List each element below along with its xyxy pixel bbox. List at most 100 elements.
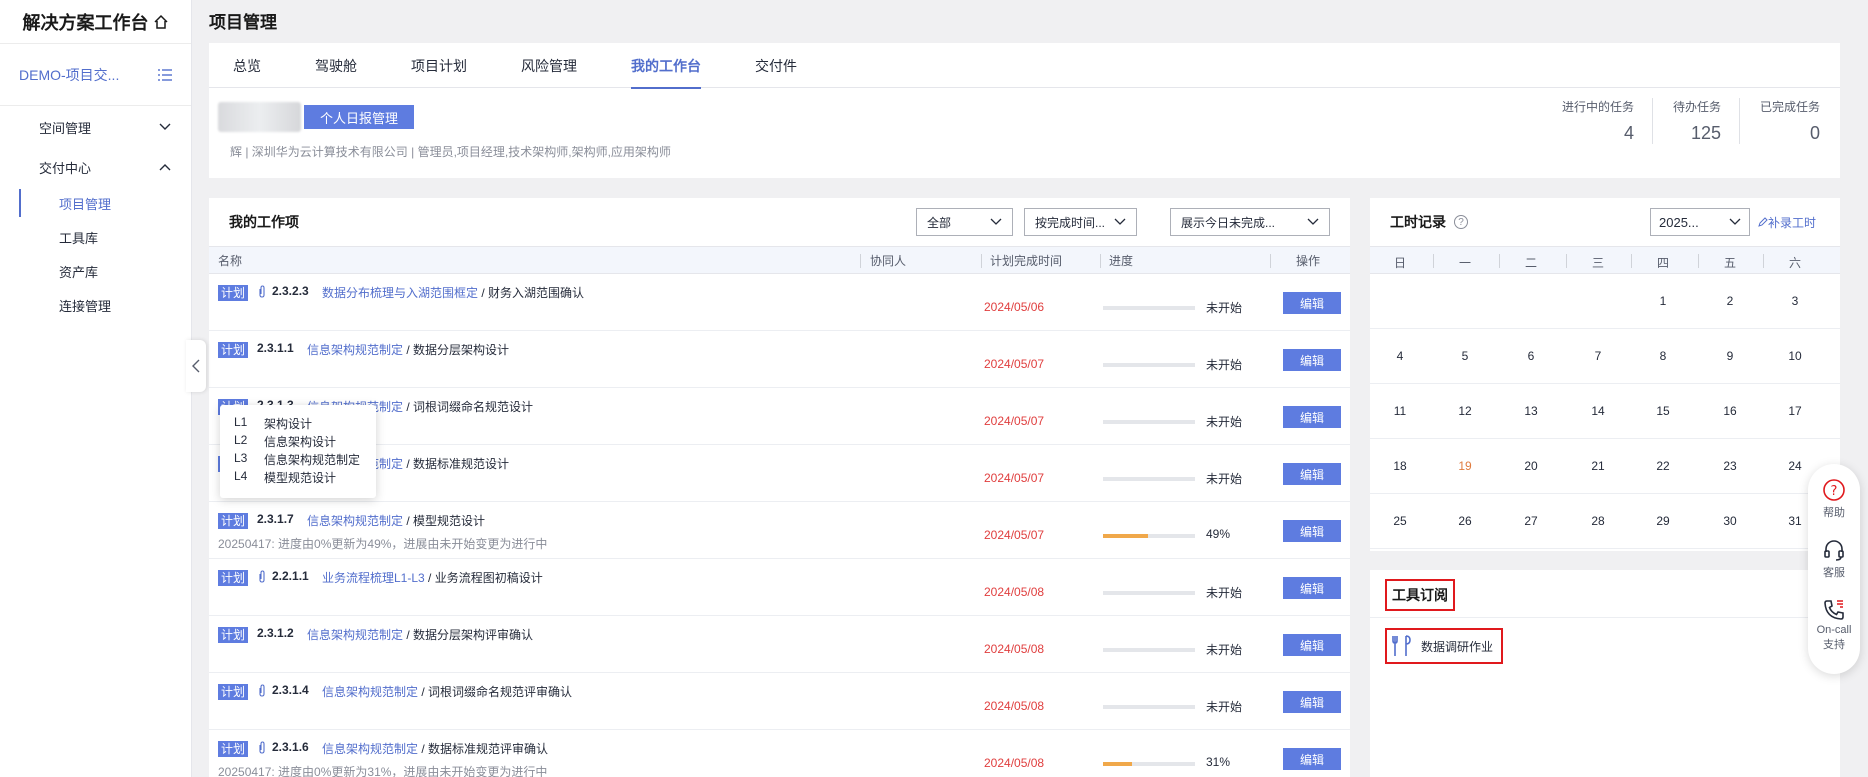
calendar-day[interactable]: 12 [1453, 404, 1477, 418]
calendar-week: 4 5 6 7 8 9 10 [1370, 329, 1840, 384]
supplement-hours-link[interactable]: 补录工时 [1758, 214, 1816, 231]
calendar-day[interactable]: 14 [1586, 404, 1610, 418]
tab-cockpit[interactable]: 驾驶舱 [315, 43, 357, 88]
calendar-day[interactable]: 27 [1519, 514, 1543, 528]
table-row[interactable]: 计划 2.3.1.1 信息架构规范制定 / 数据分层架构设计 2024/05/07 未开… [209, 331, 1350, 388]
customer-service-label: 客服 [1823, 567, 1845, 579]
calendar-day[interactable]: 3 [1783, 294, 1807, 308]
edit-button[interactable]: 编辑 [1283, 520, 1341, 542]
stat-todo[interactable]: 待办任务 125 [1651, 98, 1721, 144]
stat-completed[interactable]: 已完成任务 0 [1738, 98, 1820, 144]
item-parent-link[interactable]: 信息架构规范制定 [307, 628, 403, 642]
stat-value: 4 [1623, 123, 1634, 143]
list-menu-icon[interactable] [157, 68, 173, 82]
table-row[interactable]: 计划 2.3.2.3 数据分布梳理与入湖范围框定 / 财务入湖范围确认 2024/05… [209, 274, 1350, 331]
calendar-day[interactable]: 21 [1586, 459, 1610, 473]
item-parent-link[interactable]: 信息架构规范制定 [307, 343, 403, 357]
edit-button[interactable]: 编辑 [1283, 748, 1341, 770]
calendar-day[interactable]: 13 [1519, 404, 1543, 418]
table-row[interactable]: 计划 2.3.1.2 信息架构规范制定 / 数据分层架构评审确认 2024/05/08… [209, 616, 1350, 673]
table-row[interactable]: 计划 2.3.1.6 信息架构规范制定 / 数据标准规范评审确认 20250417: … [209, 730, 1350, 777]
calendar-day[interactable]: 10 [1783, 349, 1807, 363]
sidebar-collapse-button[interactable] [186, 340, 206, 392]
calendar-day[interactable]: 29 [1651, 514, 1675, 528]
stat-label: 待办任务 [1672, 100, 1721, 114]
item-parent-link[interactable]: 业务流程梳理L1-L3 [322, 571, 425, 585]
edit-button[interactable]: 编辑 [1283, 406, 1341, 428]
help-circle-icon[interactable]: ? [1454, 215, 1468, 229]
item-parent-link[interactable]: 信息架构规范制定 [322, 742, 418, 756]
calendar-day[interactable]: 25 [1388, 514, 1412, 528]
column-divider [860, 254, 861, 268]
item-parent-link[interactable]: 信息架构规范制定 [322, 685, 418, 699]
calendar-day[interactable]: 6 [1519, 349, 1543, 363]
edit-button[interactable]: 编辑 [1283, 577, 1341, 599]
year-month-select[interactable]: 2025... [1650, 208, 1750, 236]
sidebar-group-delivery[interactable]: 交付中心 [0, 148, 191, 186]
personal-daily-report-button[interactable]: 个人日报管理 [304, 105, 415, 129]
edit-pencil-icon [1758, 217, 1768, 227]
tab-deliverables[interactable]: 交付件 [755, 43, 797, 88]
calendar-day[interactable]: 4 [1388, 349, 1412, 363]
calendar-day[interactable]: 31 [1783, 514, 1807, 528]
calendar-day[interactable]: 9 [1718, 349, 1742, 363]
edit-button[interactable]: 编辑 [1283, 292, 1341, 314]
calendar-day[interactable]: 11 [1388, 404, 1412, 418]
calendar-day[interactable]: 20 [1519, 459, 1543, 473]
calendar-day[interactable]: 17 [1783, 404, 1807, 418]
calendar-day[interactable]: 5 [1453, 349, 1477, 363]
edit-button[interactable]: 编辑 [1283, 691, 1341, 713]
help-button[interactable]: ? 帮助 [1808, 478, 1860, 520]
calendar-day[interactable]: 28 [1586, 514, 1610, 528]
tooltip-text: 架构设计 [264, 417, 313, 431]
project-selector[interactable]: DEMO-项目交... [0, 44, 191, 106]
sidebar-item-connection-management[interactable]: 连接管理 [0, 288, 191, 322]
sort-filter-select[interactable]: 按完成时间... [1024, 208, 1137, 236]
sidebar-item-tool-library[interactable]: 工具库 [0, 220, 191, 254]
stat-in-progress[interactable]: 进行中的任务 4 [1542, 98, 1634, 144]
display-filter-select[interactable]: 展示今日未完成... [1170, 208, 1330, 236]
calendar-day[interactable]: 22 [1651, 459, 1675, 473]
calendar-day[interactable]: 2 [1718, 294, 1742, 308]
select-value: 全部 [927, 215, 952, 230]
table-row[interactable]: 计划 2.2.1.1 业务流程梳理L1-L3 / 业务流程图初稿设计 2024/05/… [209, 559, 1350, 616]
calendar-day[interactable]: 26 [1453, 514, 1477, 528]
sidebar-item-project-management[interactable]: 项目管理 [0, 186, 191, 220]
progress-status: 未开始 [1206, 358, 1243, 372]
column-divider [1499, 254, 1500, 268]
edit-button[interactable]: 编辑 [1283, 634, 1341, 656]
sidebar-item-asset-library[interactable]: 资产库 [0, 254, 191, 288]
tab-overview[interactable]: 总览 [233, 43, 261, 88]
calendar-day[interactable]: 7 [1586, 349, 1610, 363]
table-row[interactable]: 计划 2.3.1.7 信息架构规范制定 / 模型规范设计 20250417: 进度由0… [209, 502, 1350, 559]
calendar-day[interactable]: 15 [1651, 404, 1675, 418]
calendar-day[interactable]: 24 [1783, 459, 1807, 473]
edit-button[interactable]: 编辑 [1283, 463, 1341, 485]
sidebar-group-space[interactable]: 空间管理 [0, 108, 191, 146]
calendar-day[interactable]: 19 [1453, 459, 1477, 473]
calendar-day[interactable]: 16 [1718, 404, 1742, 418]
paperclip-icon [259, 684, 265, 697]
calendar-day[interactable]: 30 [1718, 514, 1742, 528]
calendar-day[interactable]: 18 [1388, 459, 1412, 473]
calendar-day[interactable]: 8 [1651, 349, 1675, 363]
item-parent-link[interactable]: 信息架构规范制定 [307, 514, 403, 528]
customer-service-button[interactable]: 客服 [1808, 538, 1860, 580]
table-row[interactable]: 计划2.3.1.5信息架构规范制定 / 数据标准规范设计2024/05/07未开… [209, 445, 1350, 502]
planned-date: 2024/05/06 [984, 300, 1045, 314]
tool-item-data-survey[interactable]: 数据调研作业 [1385, 628, 1504, 664]
tab-my-workbench[interactable]: 我的工作台 [631, 43, 701, 89]
edit-button[interactable]: 编辑 [1283, 349, 1341, 371]
item-parent-link[interactable]: 数据分布梳理与入湖范围框定 [322, 286, 478, 300]
column-divider [981, 254, 982, 268]
planned-date: 2024/05/08 [984, 585, 1045, 599]
calendar-day[interactable]: 1 [1651, 294, 1675, 308]
table-row[interactable]: 计划 2.3.1.4 信息架构规范制定 / 词根词缀命名规范评审确认 2024/05/… [209, 673, 1350, 730]
scope-filter-select[interactable]: 全部 [916, 208, 1013, 236]
calendar-day[interactable]: 23 [1718, 459, 1742, 473]
tab-risk-management[interactable]: 风险管理 [521, 43, 577, 88]
on-call-support-button[interactable]: On-call 支持 [1808, 598, 1860, 652]
table-row[interactable]: 计划2.3.1.3信息架构规范制定 / 词根词缀命名规范设计2024/05/07… [209, 388, 1350, 445]
workbench-title[interactable]: 解决方案工作台 [0, 0, 191, 44]
tab-project-plan[interactable]: 项目计划 [411, 43, 467, 88]
